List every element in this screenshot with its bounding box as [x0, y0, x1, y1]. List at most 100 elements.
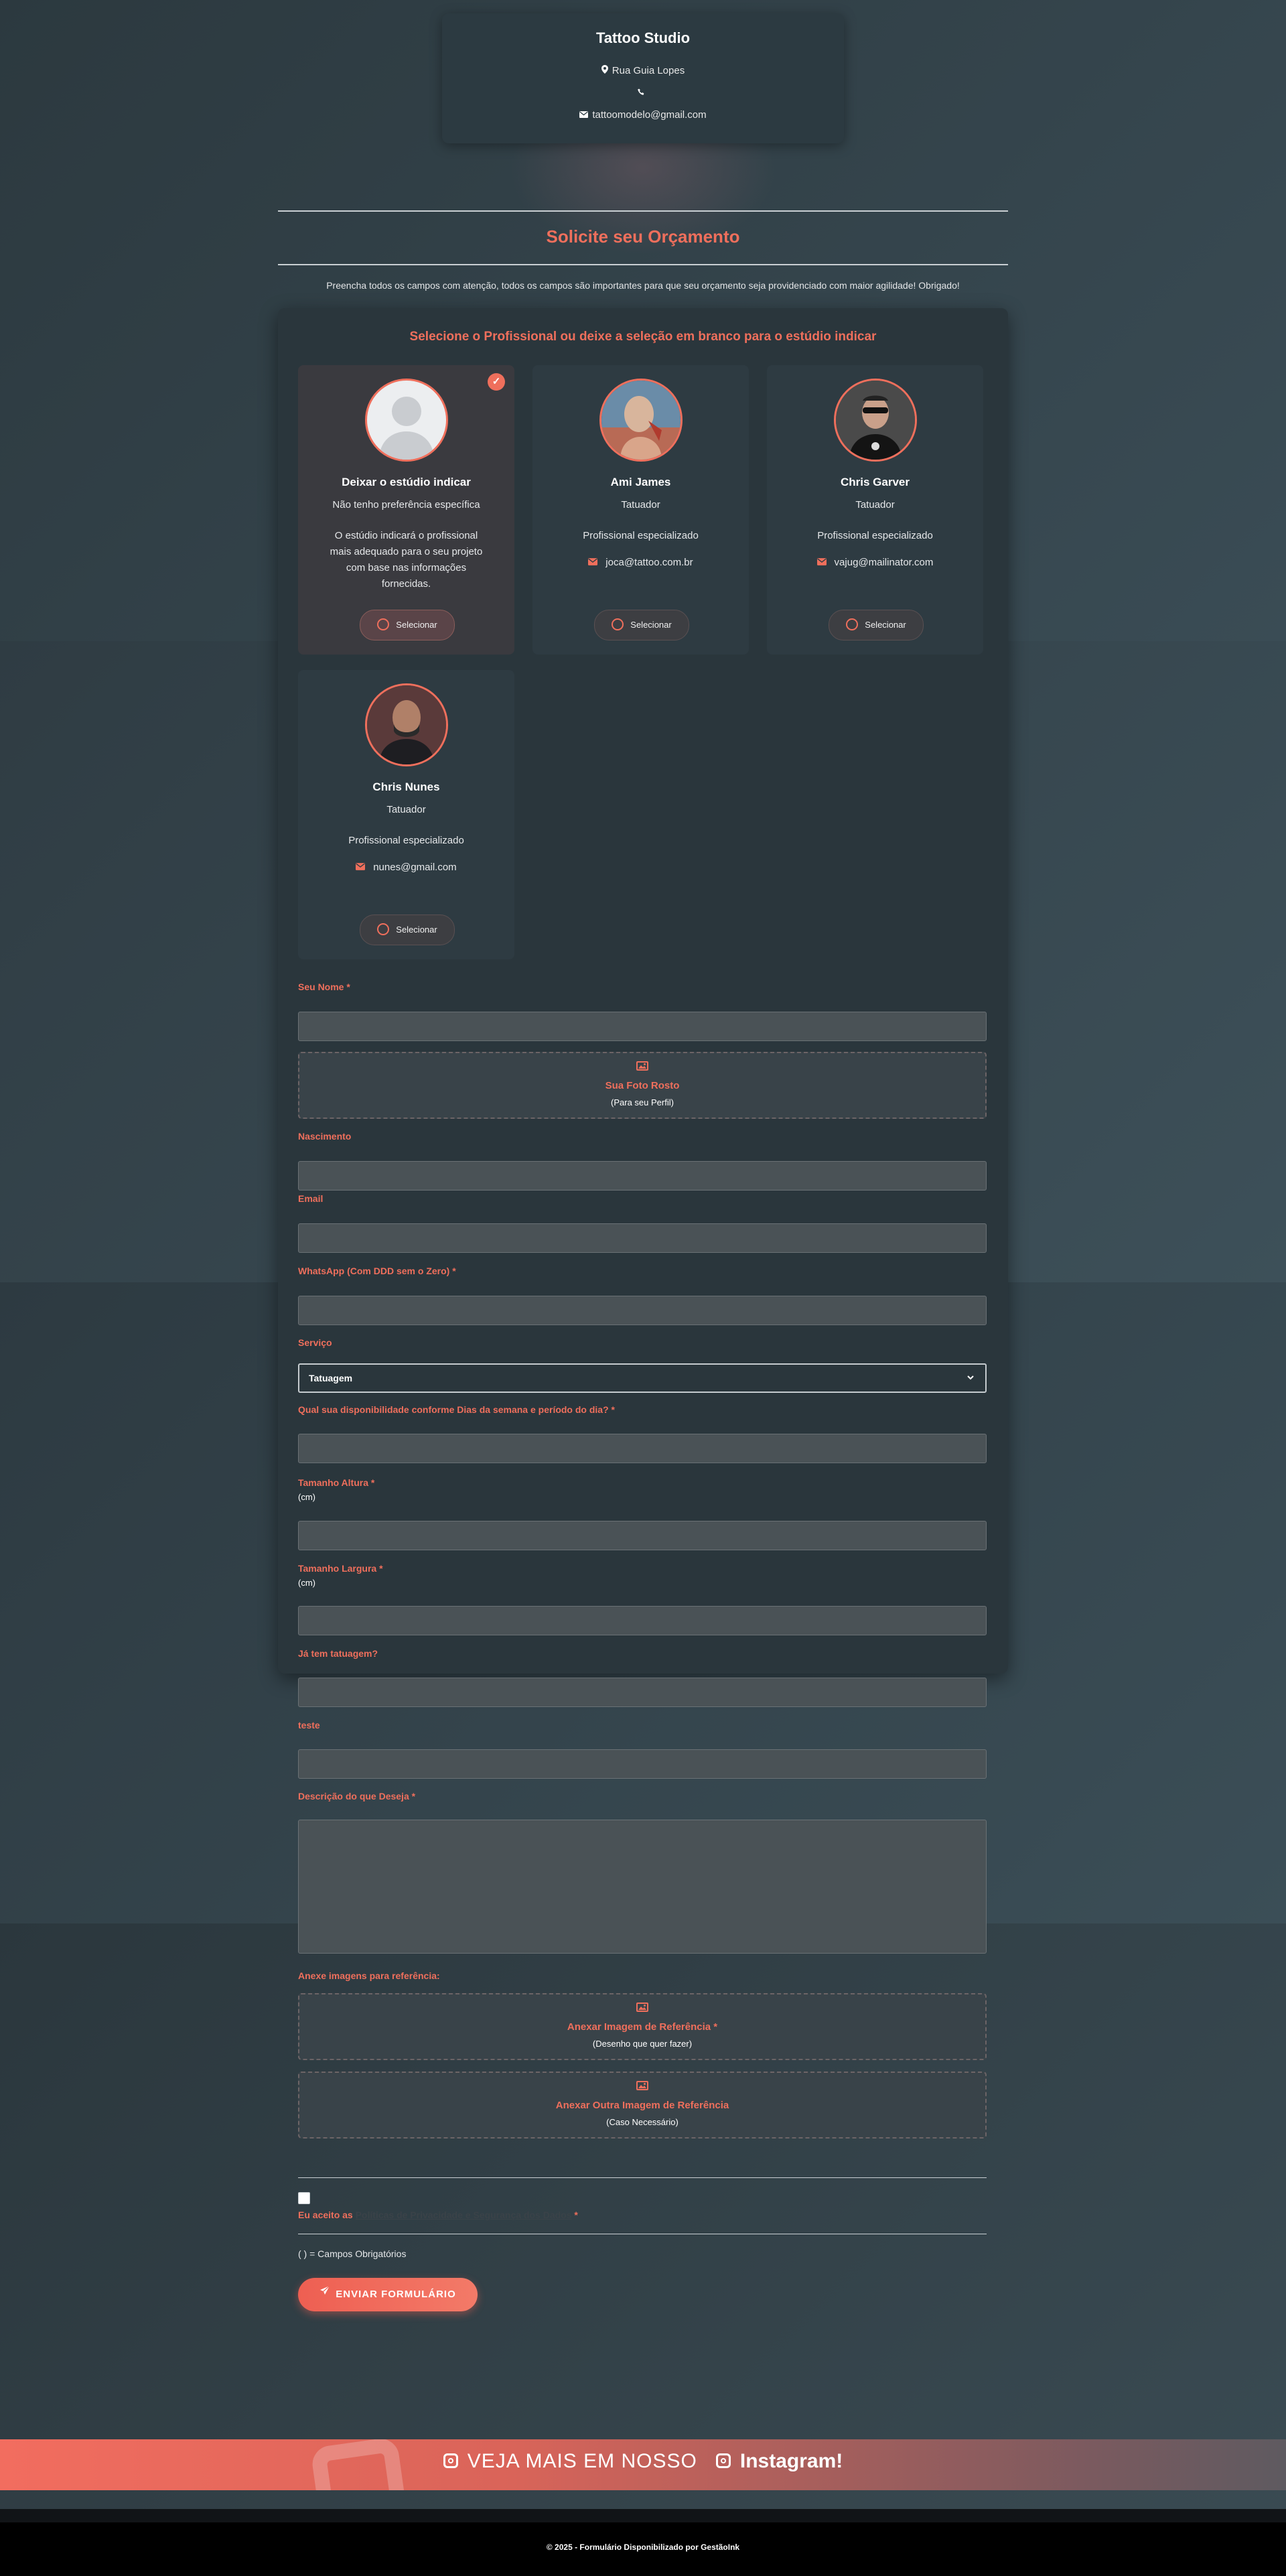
professional-name: Ami James	[610, 476, 671, 488]
select-professional-button[interactable]: Selecionar	[360, 610, 455, 640]
chevron-down-icon	[967, 1365, 975, 1402]
professional-description: O estúdio indicará o profissional mais a…	[330, 530, 483, 590]
privacy-checkbox[interactable]	[298, 2192, 310, 2204]
privacy-accept-text: Eu aceito as Políticas de Privacidade e …	[298, 2210, 578, 2220]
altura-label: Tamanho Altura *	[298, 1477, 375, 1488]
upload-title: Anexar Outra Imagem de Referência	[555, 2100, 729, 2111]
largura-input[interactable]	[298, 1606, 987, 1635]
radio-icon	[846, 618, 859, 631]
professional-email-line: joca@tattoo.com.br	[532, 557, 749, 568]
email-input[interactable]	[298, 1223, 987, 1253]
professional-card-chris-garver[interactable]: Chris Garver Tatuador Profissional espec…	[767, 365, 983, 655]
studio-address-line: Rua Guia Lopes	[442, 65, 844, 76]
privacy-policy-link[interactable]: Políticas de Privacidade e Segurança dos…	[356, 2210, 572, 2220]
studio-header-card: Tattoo Studio Rua Guia Lopes tattoomodel…	[442, 13, 844, 143]
divider	[298, 2177, 987, 2178]
image-icon	[299, 1061, 985, 1074]
largura-unit: (cm)	[298, 1578, 315, 1588]
select-label: Selecionar	[630, 620, 672, 630]
avatar-ami-james	[599, 379, 683, 462]
avatar-chris-garver	[834, 379, 917, 462]
upload-subtitle: (Caso Necessário)	[606, 2117, 678, 2127]
upload-title: Anexar Imagem de Referência *	[567, 2021, 718, 2033]
largura-label: Tamanho Largura *	[298, 1563, 383, 1574]
map-marker-icon	[601, 65, 608, 76]
professional-email-line: vajug@mailinator.com	[767, 557, 983, 568]
phone-icon	[637, 88, 645, 98]
servico-value: Tatuagem	[309, 1373, 353, 1383]
ja-tem-label: Já tem tatuagem?	[298, 1648, 378, 1659]
instagram-banner[interactable]: VEJA MAIS EM NOSSO Instagram!	[0, 2439, 1286, 2490]
upload-title: Sua Foto Rosto	[605, 1080, 680, 1091]
image-icon	[299, 2003, 985, 2015]
professional-email: joca@tattoo.com.br	[605, 557, 693, 568]
nome-label: Seu Nome *	[298, 981, 350, 992]
studio-name: Tattoo Studio	[595, 29, 691, 46]
envelope-icon	[816, 557, 829, 567]
professional-card-chris-nunes[interactable]: Chris Nunes Tatuador Profissional especi…	[298, 670, 514, 959]
servico-label: Serviço	[298, 1337, 332, 1348]
radio-icon	[612, 618, 624, 631]
envelope-icon	[356, 862, 368, 872]
ja-tem-input[interactable]	[298, 1678, 987, 1707]
instagram-icon	[715, 2453, 731, 2469]
instagram-brand: Instagram!	[739, 2450, 843, 2472]
servico-select[interactable]: Tatuagem	[298, 1363, 987, 1393]
professional-card-ami-james[interactable]: Ami James Tatuador Profissional especial…	[532, 365, 749, 655]
professional-email: vajug@mailinator.com	[834, 557, 934, 568]
footer-spacer	[0, 2509, 1286, 2522]
professional-card-studio[interactable]: ✓ Deixar o estúdio indicar Não tenho pre…	[298, 365, 514, 655]
descricao-label: Descrição do que Deseja *	[298, 1791, 416, 1802]
anexe-label: Anexe imagens para referência:	[298, 1970, 440, 1981]
instagram-icon	[443, 2453, 458, 2469]
radio-icon	[377, 618, 390, 631]
second-reference-image-upload[interactable]: Anexar Outra Imagem de Referência (Caso …	[298, 2072, 987, 2139]
avatar-chris-nunes	[365, 683, 448, 766]
studio-email[interactable]: tattoomodelo@gmail.com	[592, 109, 706, 121]
page-intro: Preencha todos os campos com atenção, to…	[326, 280, 960, 291]
select-professional-button[interactable]: Selecionar	[829, 610, 924, 640]
nome-input[interactable]	[298, 1012, 987, 1041]
select-professional-button[interactable]: Selecionar	[594, 610, 689, 640]
whatsapp-input[interactable]	[298, 1296, 987, 1325]
nascimento-input[interactable]	[298, 1161, 987, 1191]
envelope-icon	[588, 557, 600, 567]
professional-role: Tatuador	[621, 499, 660, 511]
descricao-textarea[interactable]	[298, 1820, 987, 1954]
reference-image-upload[interactable]: Anexar Imagem de Referência * (Desenho q…	[298, 1993, 987, 2060]
professional-description: Profissional especializado	[348, 835, 464, 846]
professional-heading: Selecione o Profissional ou deixe a sele…	[409, 330, 877, 344]
nascimento-label: Nascimento	[298, 1131, 352, 1142]
select-label: Selecionar	[396, 620, 437, 630]
select-professional-button[interactable]: Selecionar	[360, 914, 455, 945]
envelope-icon	[579, 110, 589, 120]
altura-input[interactable]	[298, 1521, 987, 1550]
professional-description: Profissional especializado	[817, 530, 933, 541]
professional-name: Deixar o estúdio indicar	[342, 476, 471, 488]
teste-input[interactable]	[298, 1749, 987, 1779]
altura-unit: (cm)	[298, 1492, 315, 1502]
select-label: Selecionar	[865, 620, 906, 630]
title-bottom-rule	[278, 264, 1008, 265]
professional-role: Não tenho preferência específica	[332, 499, 480, 511]
submit-label: ENVIAR FORMULÁRIO	[336, 2289, 456, 2300]
email-label: Email	[298, 1193, 324, 1204]
paper-plane-icon	[319, 2277, 330, 2310]
disponibilidade-input[interactable]	[298, 1434, 987, 1463]
submit-button[interactable]: ENVIAR FORMULÁRIO	[298, 2278, 478, 2311]
professional-name: Chris Nunes	[372, 781, 440, 793]
profile-photo-upload[interactable]: Sua Foto Rosto (Para seu Perfil)	[298, 1052, 987, 1119]
professional-role: Tatuador	[386, 804, 426, 815]
page-title: Solicite seu Orçamento	[546, 226, 740, 247]
instagram-cta: VEJA MAIS EM NOSSO Instagram!	[0, 2450, 1286, 2473]
upload-subtitle: (Desenho que quer fazer)	[592, 2039, 693, 2049]
select-label: Selecionar	[396, 925, 437, 935]
radio-icon	[377, 923, 390, 936]
professional-email: nunes@gmail.com	[373, 862, 457, 873]
professional-role: Tatuador	[855, 499, 895, 511]
required-fields-note: ( ) = Campos Obrigatórios	[298, 2248, 407, 2259]
professional-email-line: nunes@gmail.com	[298, 862, 514, 873]
professional-description: Profissional especializado	[583, 530, 699, 541]
instagram-prefix: VEJA MAIS EM NOSSO	[467, 2450, 697, 2472]
image-icon	[299, 2081, 985, 2094]
